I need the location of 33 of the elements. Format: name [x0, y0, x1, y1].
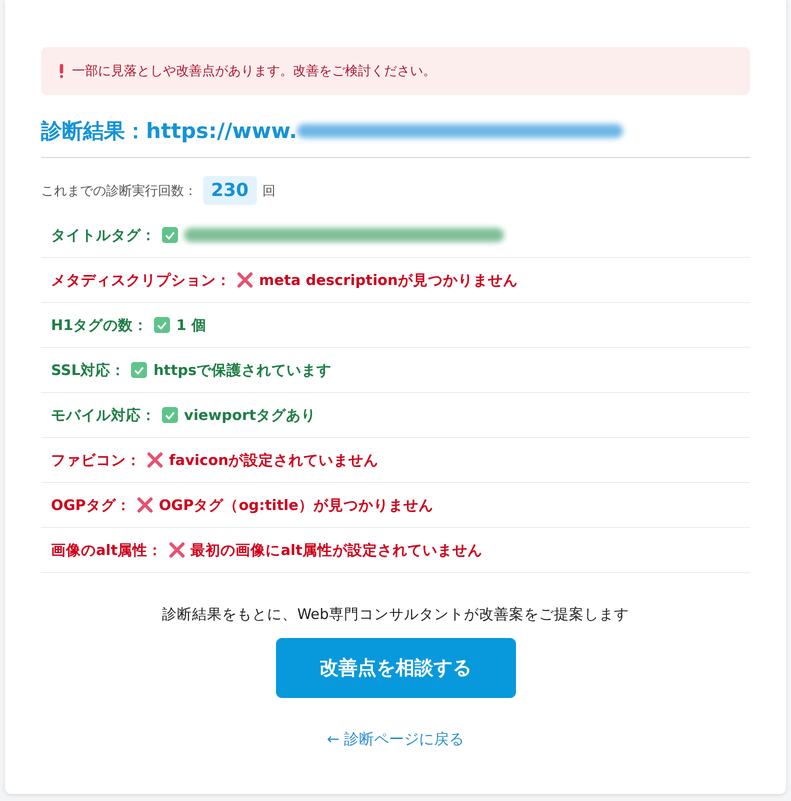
result-heading: 診断結果：: [41, 118, 146, 145]
run-count: 230: [203, 176, 257, 205]
check-label: H1タグの数：: [51, 316, 148, 334]
run-count-label: これまでの診断実行回数：: [41, 182, 197, 200]
check-label: メタディスクリプション：: [51, 272, 231, 290]
checkbox-icon: [162, 407, 178, 423]
cross-icon: [147, 452, 163, 468]
cross-icon: [136, 497, 153, 513]
consult-button[interactable]: 改善点を相談する: [276, 638, 516, 698]
exclamation-icon: [59, 64, 64, 78]
check-label: モバイル対応：: [51, 406, 156, 424]
check-result: 最初の画像にalt属性が設定されていません: [190, 542, 482, 560]
back-link[interactable]: ← 診断ページに戻る: [326, 730, 464, 749]
check-result: OGPタグ（og:title）が見つかりません: [158, 496, 434, 514]
check-label: ファビコン：: [51, 452, 141, 470]
check-result: 1 個: [176, 316, 206, 334]
check-result: viewportタグあり: [184, 406, 316, 424]
checkbox-icon: [154, 317, 170, 333]
check-result: httpsで保護されています: [153, 362, 332, 380]
alert-message: 一部に見落としや改善点があります。改善をご検討ください。: [72, 63, 436, 80]
check-label: OGPタグ：: [51, 496, 131, 514]
site-url: https://www.: [146, 119, 298, 143]
check-result: meta descriptionが見つかりません: [259, 272, 518, 290]
run-count-unit: 回: [262, 182, 276, 200]
check-result: faviconが設定されていません: [169, 452, 378, 470]
checkbox-icon: [131, 362, 148, 378]
cta-lead-text: 診断結果をもとに、Web専門コンサルタントが改善案をご提案します: [161, 606, 630, 624]
check-label: タイトルタグ：: [51, 226, 156, 244]
checkbox-icon: [162, 227, 178, 243]
cross-icon: [168, 542, 185, 558]
check-label: SSL対応：: [51, 361, 126, 380]
check-label: 画像のalt属性：: [51, 542, 163, 560]
cross-icon: [237, 272, 253, 288]
